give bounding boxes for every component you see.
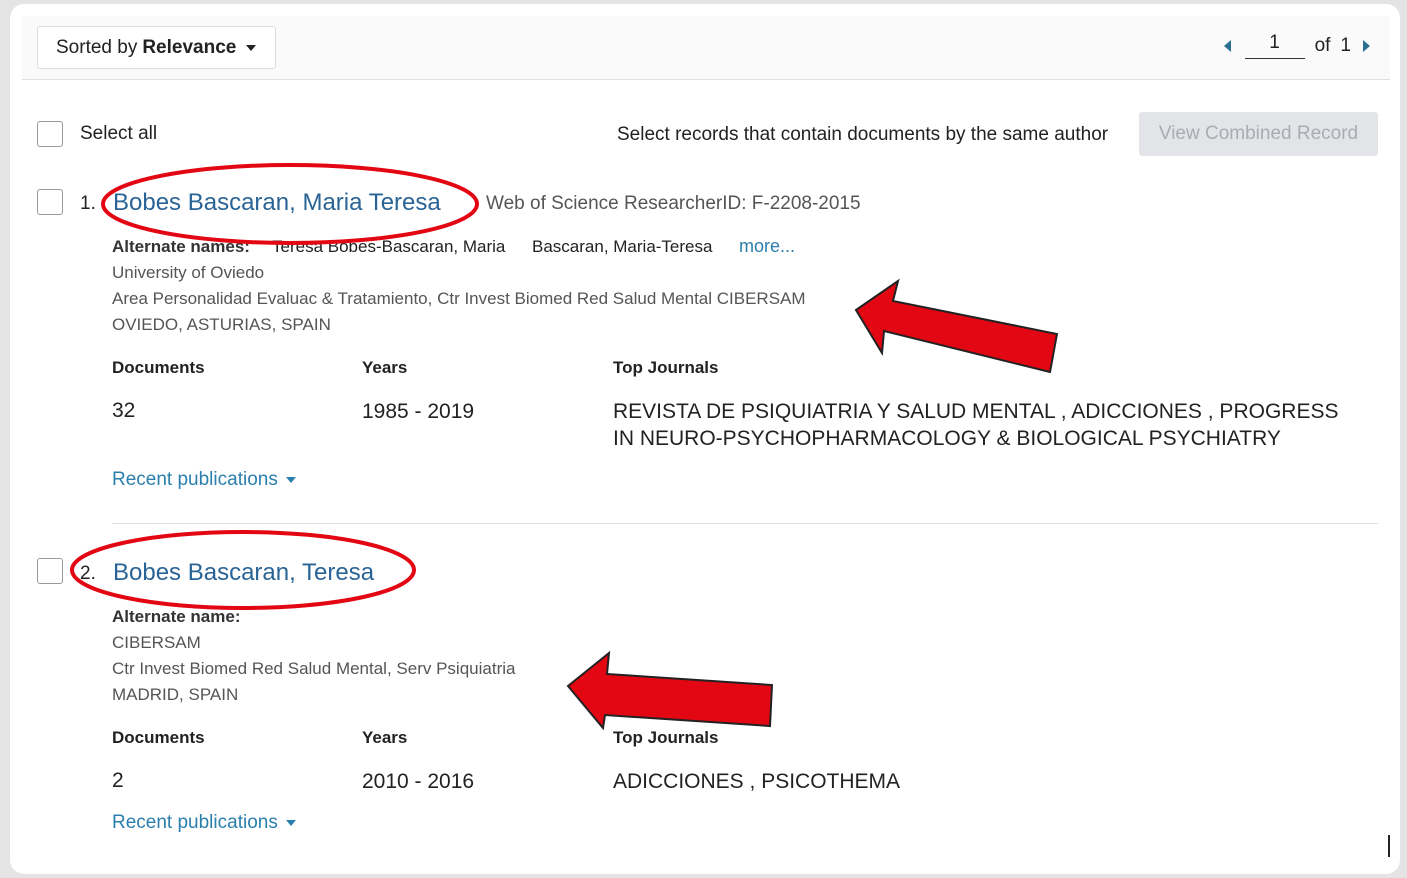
result-checkbox-2[interactable] xyxy=(37,558,63,584)
years-range-1: 1985 - 2019 xyxy=(362,400,475,423)
same-author-label: Select records that contain documents by… xyxy=(617,124,1109,145)
affiliation-1b: Area Personalidad Evaluac & Tratamiento,… xyxy=(112,289,806,308)
select-all-checkbox[interactable] xyxy=(37,121,63,147)
results-toolbar: Sorted by Relevance of 1 xyxy=(22,16,1390,80)
top-journals-header-1: Top Journals xyxy=(613,358,719,377)
years-header-2: Years xyxy=(362,728,408,747)
documents-count-2: 2 xyxy=(112,769,124,792)
documents-header-1: Documents xyxy=(112,358,205,377)
researcher-id-1: Web of Science ResearcherID: F-2208-2015 xyxy=(486,193,861,214)
result-checkbox-1[interactable] xyxy=(37,189,63,215)
text-cursor-mark xyxy=(1388,835,1390,857)
author-name-link-1[interactable]: Bobes Bascaran, Maria Teresa xyxy=(113,189,441,217)
affiliation-2b: Ctr Invest Biomed Red Salud Mental, Serv… xyxy=(112,659,516,678)
page-of-label: of xyxy=(1314,34,1331,56)
sort-prefix: Sorted by xyxy=(56,36,138,58)
top-journals-1: REVISTA DE PSIQUIATRIA Y SALUD MENTAL , … xyxy=(613,400,1339,450)
alternate-name-1a: Teresa Bobes-Bascaran, Maria xyxy=(272,237,506,256)
documents-header-2: Documents xyxy=(112,728,205,747)
years-range-2: 2010 - 2016 xyxy=(362,770,475,793)
sort-value: Relevance xyxy=(142,36,237,58)
recent-publications-toggle-2[interactable]: Recent publications xyxy=(112,812,296,834)
select-all-label: Select all xyxy=(80,123,158,144)
affiliation-1a: University of Oviedo xyxy=(112,263,265,282)
top-journals-2: ADICCIONES , PSICOTHEMA xyxy=(613,770,901,793)
pagination: of 1 xyxy=(1223,32,1370,59)
top-journals-header-2: Top Journals xyxy=(613,728,719,747)
result-number-1: 1. xyxy=(80,193,96,214)
affiliation-1c: OVIEDO, ASTURIAS, SPAIN xyxy=(112,315,331,334)
result-number-2: 2. xyxy=(80,563,96,584)
alternate-name-label-2: Alternate name: xyxy=(112,607,241,626)
page-number-input[interactable] xyxy=(1244,32,1305,59)
documents-count-1: 32 xyxy=(112,399,136,422)
caret-down-icon xyxy=(285,477,296,483)
results-panel: Sorted by Relevance of 1 Select all Sele… xyxy=(10,4,1400,874)
recent-publications-toggle-1[interactable]: Recent publications xyxy=(112,469,296,491)
view-combined-record-button[interactable]: View Combined Record xyxy=(1139,112,1378,156)
recent-publications-label-1: Recent publications xyxy=(112,469,278,490)
previous-page-icon[interactable] xyxy=(1223,39,1231,52)
result-divider xyxy=(112,523,1378,524)
author-name-link-2[interactable]: Bobes Bascaran, Teresa xyxy=(113,559,374,587)
page-total: 1 xyxy=(1340,34,1351,56)
alternate-names-label-1: Alternate names: xyxy=(112,237,250,256)
next-page-icon[interactable] xyxy=(1363,39,1370,52)
affiliation-2c: MADRID, SPAIN xyxy=(112,685,239,704)
affiliation-2a: CIBERSAM xyxy=(112,633,201,652)
years-header-1: Years xyxy=(362,358,408,377)
more-names-link[interactable]: more... xyxy=(739,236,795,257)
caret-down-icon xyxy=(285,820,296,826)
alternate-name-1b: Bascaran, Maria-Teresa xyxy=(532,237,713,256)
caret-down-icon xyxy=(246,44,257,51)
sort-dropdown[interactable]: Sorted by Relevance xyxy=(37,26,276,69)
recent-publications-label-2: Recent publications xyxy=(112,812,278,833)
